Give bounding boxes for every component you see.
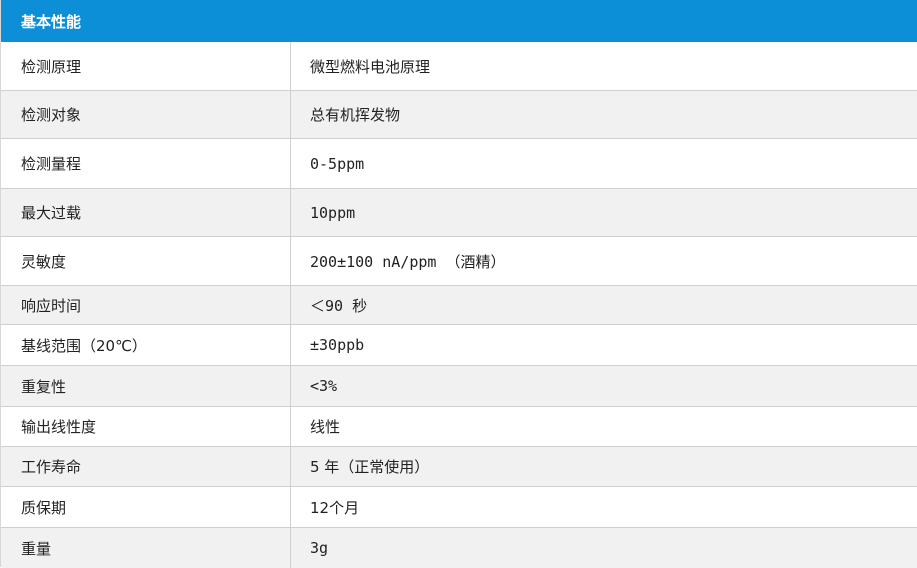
row-value: 0-5ppm [310,154,365,173]
row-value: 12个月 [310,498,360,517]
row-label: 检测量程 [1,139,291,188]
row-label: 检测对象 [1,91,291,138]
row-value: <3% [310,377,338,395]
row-label: 重复性 [1,366,291,406]
table-row-working-life: 工作寿命 5 年（正常使用） [1,447,917,487]
row-label: 基线范围（20℃） [1,325,291,365]
table-title: 基本性能 [21,12,82,31]
row-value: 线性 [310,418,341,436]
table-row-output-linearity: 输出线性度 线性 [1,407,917,447]
row-label: 灵敏度 [1,237,291,285]
table-row-detection-range: 检测量程 0-5ppm [1,139,917,189]
row-label: 质保期 [1,487,291,527]
row-value: ＜90 秒 [310,296,368,315]
table-row-weight: 重量 3g [1,528,917,568]
table-row-repeatability: 重复性 <3% [1,366,917,407]
table-row-detection-target: 检测对象 总有机挥发物 [1,91,917,139]
table-body: 检测原理 微型燃料电池原理 检测对象 总有机挥发物 检测量程 0-5ppm 最大… [1,42,917,568]
row-value: 10ppm [310,203,356,222]
row-label: 工作寿命 [1,447,291,486]
row-value: 200±100 nA/ppm （酒精） [310,252,506,271]
row-value: 3g [310,539,329,557]
table-header: 基本性能 [1,0,917,42]
table-row-sensitivity: 灵敏度 200±100 nA/ppm （酒精） [1,237,917,286]
row-label: 最大过载 [1,189,291,236]
table-row-warranty: 质保期 12个月 [1,487,917,528]
row-value: ±30ppb [310,336,365,354]
row-label: 输出线性度 [1,407,291,446]
performance-spec-table: 基本性能 检测原理 微型燃料电池原理 检测对象 总有机挥发物 检测量程 0-5p… [0,0,917,568]
row-value: 总有机挥发物 [310,106,401,124]
table-row-detection-principle: 检测原理 微型燃料电池原理 [1,42,917,91]
row-value: 微型燃料电池原理 [310,57,431,76]
row-label: 响应时间 [1,286,291,324]
row-label: 检测原理 [1,42,291,90]
row-label: 重量 [1,528,291,568]
table-row-baseline-range: 基线范围（20℃） ±30ppb [1,325,917,366]
row-value: 5 年（正常使用） [310,458,430,476]
table-row-max-overload: 最大过载 10ppm [1,189,917,237]
table-row-response-time: 响应时间 ＜90 秒 [1,286,917,325]
